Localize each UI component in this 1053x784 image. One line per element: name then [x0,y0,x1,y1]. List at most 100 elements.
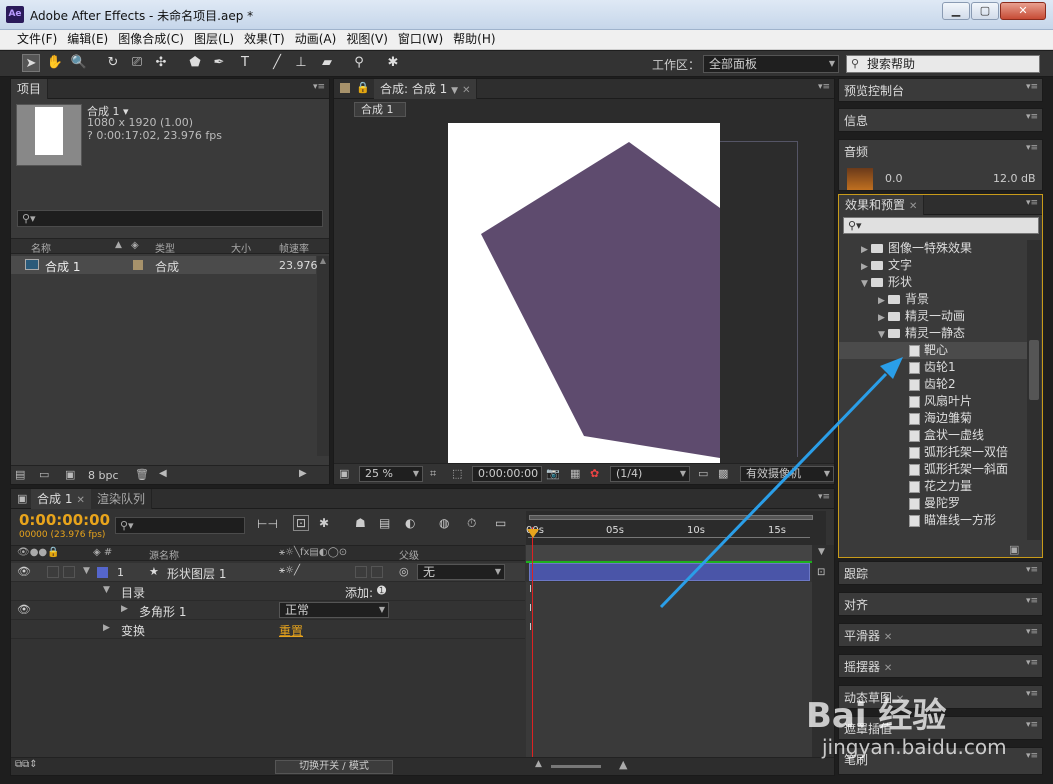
effects-folder[interactable]: ▼ 形状 [839,274,1027,291]
zoom-out-icon[interactable]: ▲ [535,759,542,769]
col-source-name[interactable]: 源名称 [149,547,179,562]
panel-menu-icon[interactable]: ▾≡ [818,492,830,502]
graph-editor-icon[interactable]: ▭ [495,516,506,530]
tab-composition[interactable]: 合成: 合成 1 ▼ ✕ [374,79,478,99]
time-navigator[interactable] [526,545,812,561]
menu-composition[interactable]: 图像合成(C) [113,30,189,49]
menu-effect[interactable]: 效果(T) [239,30,290,49]
zoom-tool-icon[interactable]: 🔍 [70,54,88,72]
tab-tracker[interactable]: 跟踪 [844,565,868,582]
panel-menu-icon[interactable]: ▾≡ [1026,198,1038,208]
comp-marker-icon[interactable]: ▼ [818,547,825,557]
interpret-footage-icon[interactable]: ▤ [15,468,25,481]
clone-stamp-tool-icon[interactable]: ⊥ [292,54,310,72]
live-update-icon[interactable]: ⊡ [293,515,310,531]
adjustment-toggle[interactable] [371,566,383,578]
menu-animation[interactable]: 动画(A) [290,30,342,49]
brush-tool-icon[interactable]: ╱ [268,54,286,72]
panel-menu-icon[interactable]: ▾≡ [1026,596,1038,606]
eraser-tool-icon[interactable]: ▰ [318,54,336,72]
blend-mode-dropdown[interactable]: 正常 ▼ [279,602,389,618]
new-item-icon[interactable]: ▣ [1009,543,1019,556]
expand-triangle-icon[interactable]: ▶ [121,604,128,614]
tab-align[interactable]: 对齐 [844,596,868,613]
col-name[interactable]: 名称 [31,240,51,255]
frame-blending-icon[interactable]: ▤ [379,516,390,530]
always-preview-icon[interactable]: ▣ [339,467,349,480]
brainstorm-icon[interactable]: ◍ [439,516,449,530]
project-row-comp[interactable]: 合成 1 合成 23.976 [11,256,318,274]
project-scrollbar[interactable]: ▲ [317,256,329,456]
effects-preset[interactable]: 盒状一虚线 [839,427,1027,444]
current-time-indicator[interactable] [532,527,533,765]
eye-icon[interactable]: 👁 [17,603,31,616]
menu-view[interactable]: 视图(V) [341,30,393,49]
panel-menu-icon[interactable]: ▾≡ [1026,112,1038,122]
grid-icon[interactable]: ⌗ [430,467,436,481]
menu-edit[interactable]: 编辑(E) [62,30,113,49]
col-type[interactable]: 类型 [155,240,175,255]
layer-name[interactable]: 形状图层 1 [167,565,226,582]
panel-menu-icon[interactable]: ▾≡ [1026,720,1038,730]
menu-file[interactable]: 文件(F) [12,30,62,49]
parent-dropdown[interactable]: 无 ▼ [417,564,505,580]
lock-icon[interactable]: 🔒 [356,81,370,94]
scroll-right-icon[interactable]: ▶ [299,468,307,479]
effects-preset[interactable]: 花之力量 [839,478,1027,495]
transparency-grid-icon[interactable]: ▩ [718,467,728,480]
solo-toggle[interactable] [47,566,59,578]
lock-toggle[interactable] [63,566,75,578]
effects-preset[interactable]: 靶心 [839,342,1027,359]
menu-layer[interactable]: 图层(L) [189,30,239,49]
panel-menu-icon[interactable]: ▾≡ [1026,689,1038,699]
add-menu-icon[interactable]: ➊ [377,584,386,597]
menu-help[interactable]: 帮助(H) [448,30,500,49]
pen-tool-icon[interactable]: ✒ [210,54,228,72]
panel-menu-icon[interactable]: ▾≡ [1026,627,1038,637]
tab-audio[interactable]: 音频 [844,143,868,160]
hand-tool-icon[interactable]: ✋ [46,54,64,72]
workspace-dropdown[interactable]: 全部面板 ▼ [703,55,839,73]
timeline-tracks[interactable] [526,582,812,762]
search-help-field[interactable]: ⚲ 搜索帮助 [846,55,1040,73]
effects-preset[interactable]: 齿轮1 [839,359,1027,376]
playhead-icon[interactable] [527,529,539,538]
minimize-button[interactable]: ▁ [942,2,970,20]
effects-folder[interactable]: ▶ 精灵一动画 [839,308,1027,325]
panel-menu-icon[interactable]: ▾≡ [1026,565,1038,575]
toggle-switches-modes-button[interactable]: 切换开关 / 模式 [275,760,393,774]
effects-preset[interactable]: 弧形托架一斜面 [839,461,1027,478]
effects-preset[interactable]: 弧形托架一双倍 [839,444,1027,461]
panel-menu-icon[interactable]: ▾≡ [1026,143,1038,153]
col-parent[interactable]: 父级 [399,547,419,562]
camera-tool-icon[interactable]: ⎚ [128,54,146,72]
effects-folder[interactable]: ▶ 图像一特殊效果 [839,240,1027,257]
tab-effects-presets[interactable]: 效果和预置 ✕ [839,195,925,215]
bit-depth-button[interactable]: 8 bpc [88,469,119,482]
pan-behind-tool-icon[interactable]: ✣ [152,54,170,72]
effects-scrollbar[interactable] [1027,240,1041,540]
effects-preset[interactable]: 风扇叶片 [839,393,1027,410]
reset-link[interactable]: 重置 [279,622,303,639]
col-size[interactable]: 大小 [231,240,251,255]
tab-smoother[interactable]: 平滑器 ✕ [844,627,892,644]
expand-triangle-icon[interactable]: ▼ [83,566,90,576]
layer-row[interactable]: 👁 ▼ 1 ★ 形状图层 1 ⚹☼╱ ◎ 无 ▼ [11,563,525,582]
effects-preset[interactable]: 齿轮2 [839,376,1027,393]
comp-navigator-tab[interactable]: 合成 1 [354,102,406,117]
project-search-input[interactable]: ⚲▾ [17,210,323,227]
effects-preset[interactable]: 海边雏菊 [839,410,1027,427]
label-color-swatch[interactable] [133,260,143,270]
tab-render-queue[interactable]: 渲染队列 [91,489,153,509]
effects-preset[interactable]: 瞄准线一方形 [839,512,1027,529]
channel-rgb-icon[interactable]: ✿ [590,467,599,480]
draft-3d-icon[interactable]: ✱ [319,516,329,530]
motion-blur-icon[interactable]: ◐ [405,516,415,530]
panel-menu-icon[interactable]: ▾≡ [1026,82,1038,92]
snapshot-camera-icon[interactable]: 📷 [546,467,560,480]
tab-wiggler[interactable]: 摇摆器 ✕ [844,658,892,675]
col-fps[interactable]: 帧速率 [279,240,309,255]
puppet-tool-icon[interactable]: ✱ [384,54,402,72]
effects-preset[interactable]: 曼陀罗 [839,495,1027,512]
comp-mini-flowchart-icon[interactable]: ⊢⊣ [257,517,278,531]
